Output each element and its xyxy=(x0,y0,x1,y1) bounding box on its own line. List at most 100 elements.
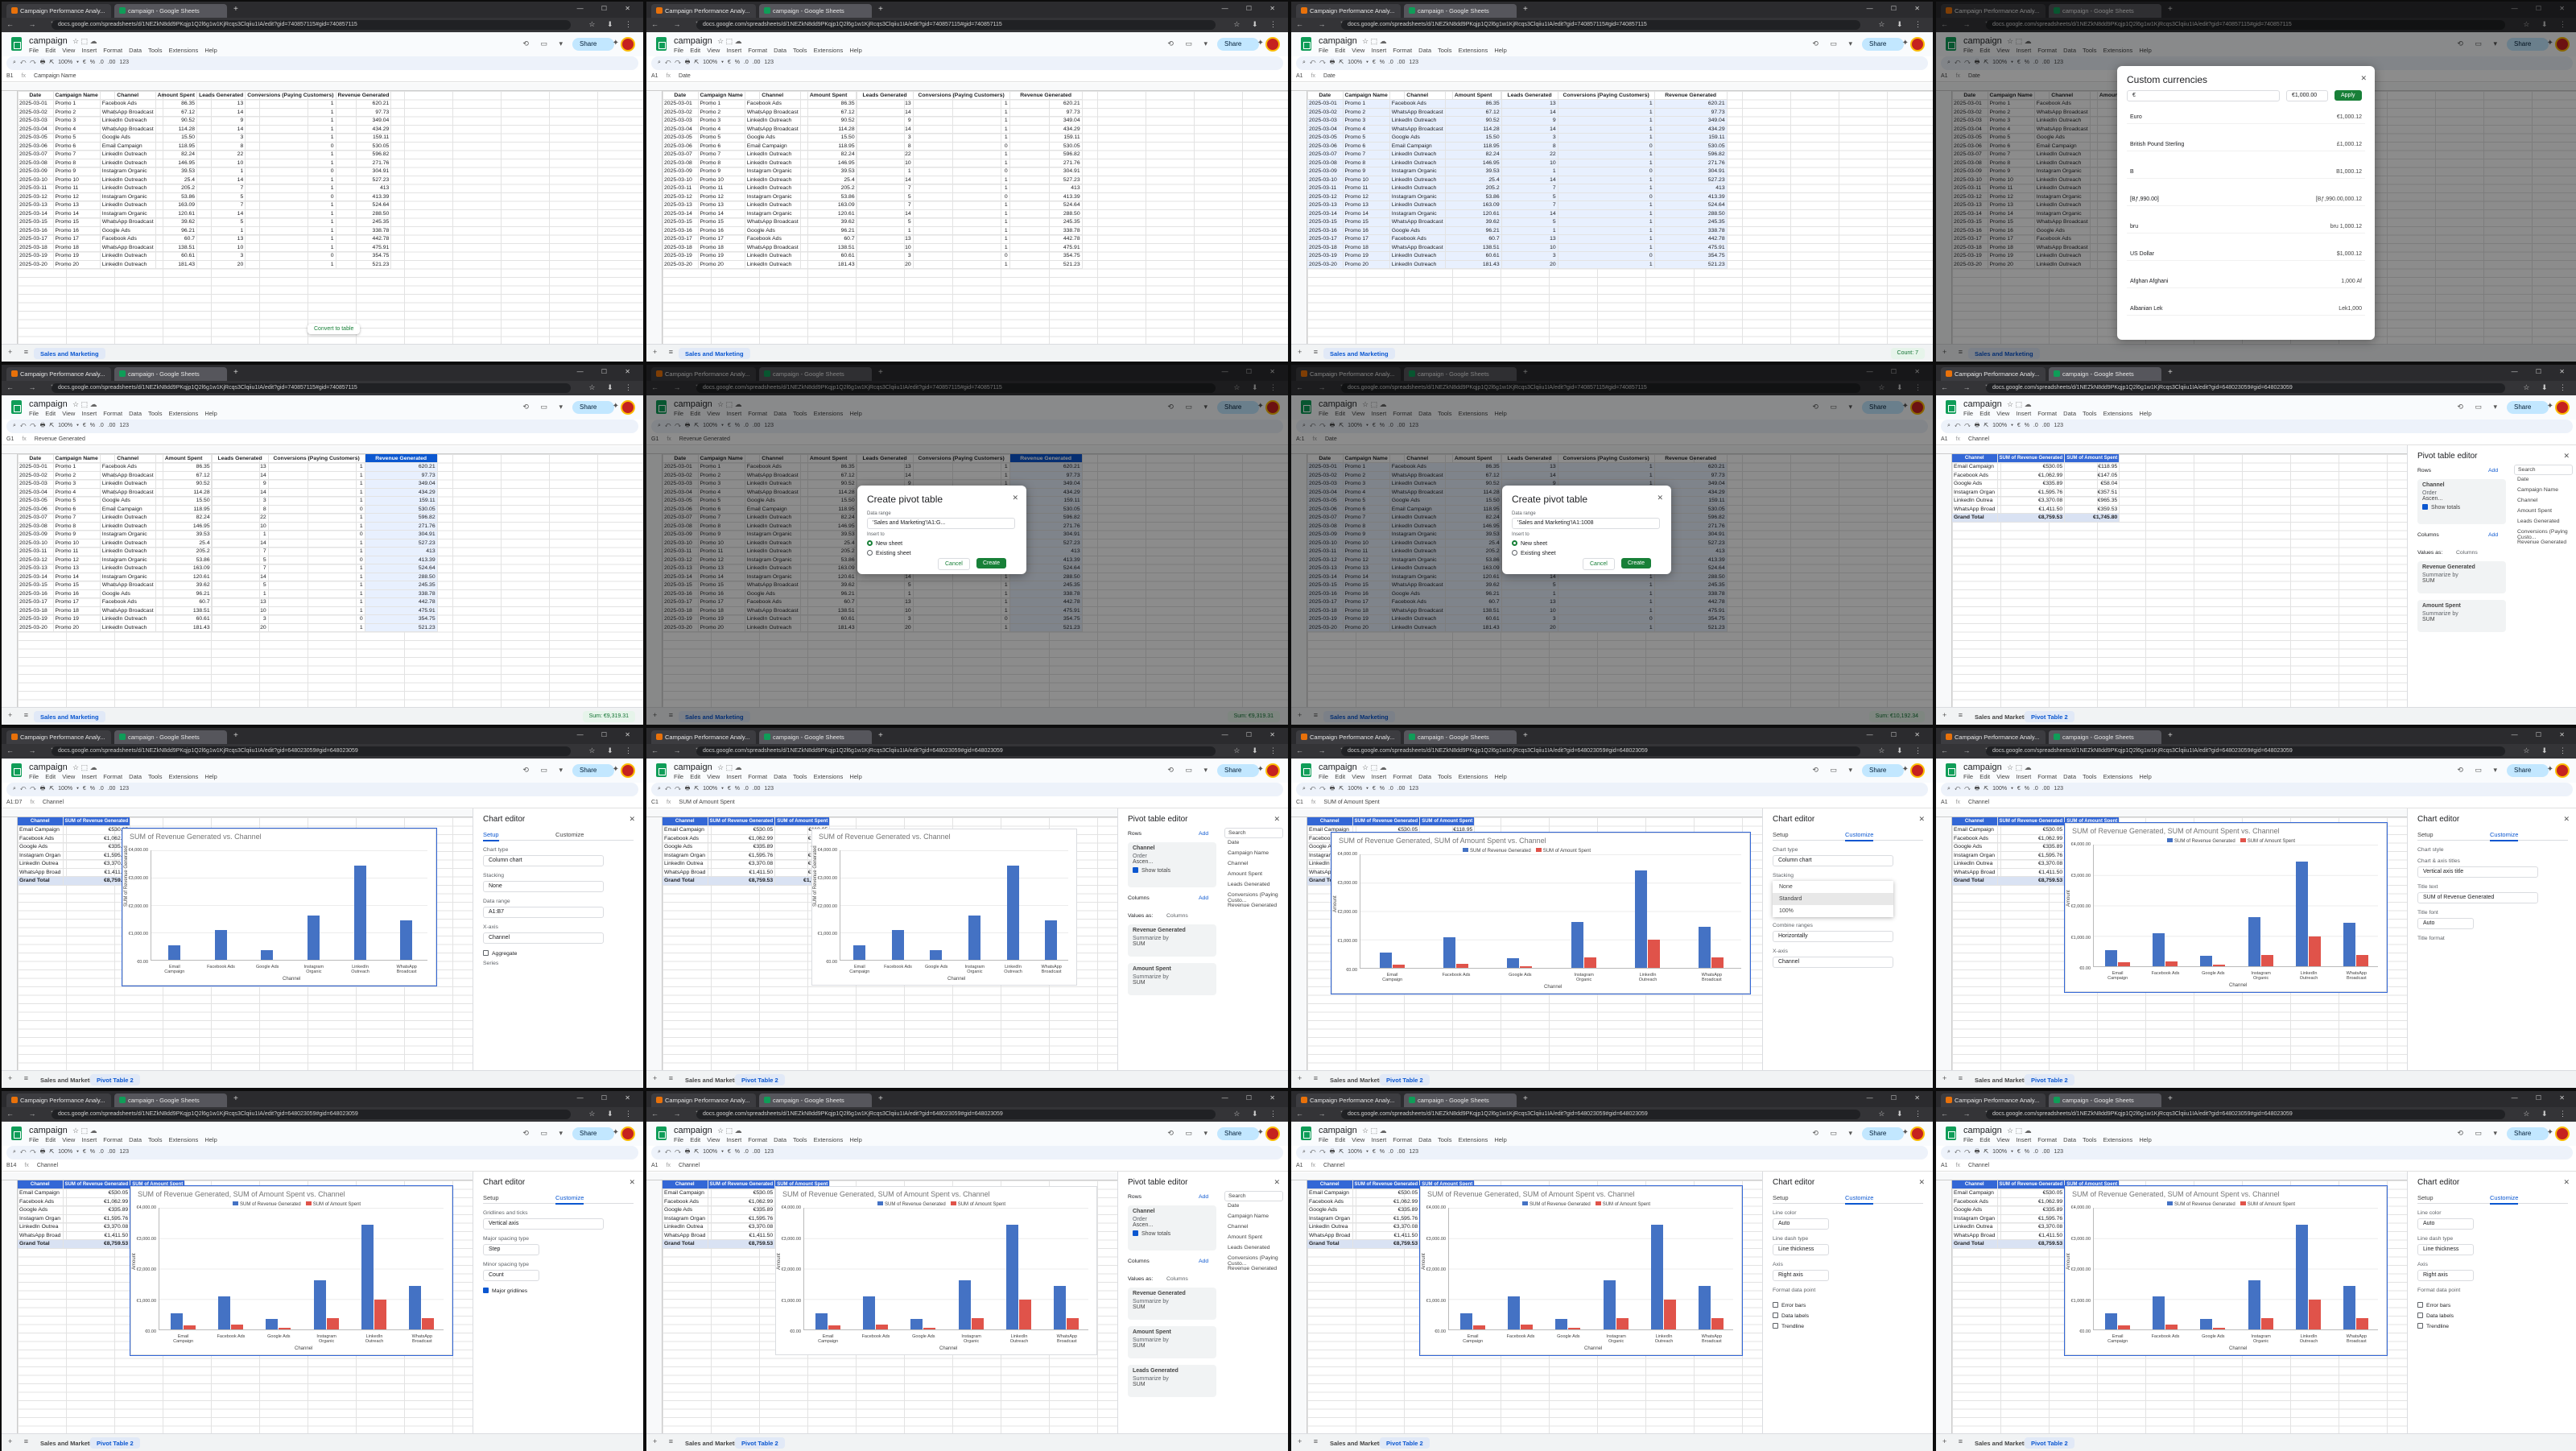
browser-tab[interactable]: campaign - Google Sheets xyxy=(114,730,227,744)
table-row[interactable]: 2025-03-05Promo 5Google Ads15.5031159.11 xyxy=(663,133,1083,143)
table-cell[interactable]: 118.95 xyxy=(1445,142,1502,151)
table-cell[interactable]: 2025-03-06 xyxy=(1307,142,1344,151)
table-cell[interactable]: Promo 3 xyxy=(53,479,101,489)
browser-menu-icon[interactable]: ☆ ⬇ ⋮ xyxy=(588,20,637,29)
format-icon[interactable]: ▾ € % .0 .00 123 xyxy=(2007,786,2063,792)
search-icon[interactable]: ⌕ ↶ ↷ 🖶 ⛏ xyxy=(1947,423,1992,428)
table-cell[interactable]: 1 xyxy=(1558,125,1655,134)
gemini-icon[interactable]: ✦ xyxy=(613,1128,619,1137)
table-row[interactable]: 2025-03-12Promo 12Instagram Organic53.86… xyxy=(18,192,392,201)
pivot-cell[interactable]: Email Campaign xyxy=(18,1188,64,1198)
table-cell[interactable]: 1 xyxy=(268,623,365,632)
window-controls[interactable]: — ☐ ✕ xyxy=(2512,1094,2573,1102)
table-row[interactable]: 2025-03-06Promo 6Email Campaign118.95805… xyxy=(663,142,1083,151)
chart-bar[interactable] xyxy=(1521,1325,1533,1329)
table-row[interactable]: 2025-03-20Promo 20LinkedIn Outreach181.4… xyxy=(18,623,438,632)
table-cell[interactable]: Promo 17 xyxy=(53,597,101,607)
pivot-cell[interactable]: Grand Total xyxy=(663,1239,708,1249)
menu-item[interactable]: Insert xyxy=(81,773,97,780)
menu-item[interactable]: File xyxy=(674,1136,683,1143)
search-icon[interactable]: ⌕ ↶ ↷ 🖶 ⛏ xyxy=(13,423,58,428)
avatar[interactable] xyxy=(2555,763,2570,778)
menu-item[interactable]: Data xyxy=(2063,410,2076,417)
table-cell[interactable]: 2025-03-07 xyxy=(18,513,54,523)
column-header-cell[interactable]: Campaign Name xyxy=(1343,91,1390,100)
search-icon[interactable]: ⌕ ↶ ↷ 🖶 ⛏ xyxy=(658,60,703,65)
table-cell[interactable]: 1 xyxy=(245,133,336,143)
table-cell[interactable]: 96.21 xyxy=(800,226,857,235)
table-row[interactable]: 2025-03-16Promo 16Google Ads96.2111338.7… xyxy=(1307,226,1728,235)
browser-tab[interactable]: Campaign Performance Analy... xyxy=(1296,730,1401,744)
table-cell[interactable]: 349.04 xyxy=(365,479,438,489)
url-field[interactable]: docs.google.com/spreadsheets/d/1NEZkN8dd… xyxy=(1986,383,2505,393)
gemini-icon[interactable]: ✦ xyxy=(1902,39,1909,48)
table-cell[interactable]: LinkedIn Outreach xyxy=(1389,176,1446,184)
gemini-icon[interactable]: ✦ xyxy=(1257,39,1264,48)
table-cell[interactable]: 159.11 xyxy=(365,496,438,506)
grand-total-row[interactable]: Grand Total€8,759.53€1,745.80 xyxy=(663,876,831,886)
table-cell[interactable]: 2025-03-06 xyxy=(18,142,54,151)
menu-item[interactable]: Insert xyxy=(1371,1136,1386,1143)
pivot-cell[interactable]: €335.89 xyxy=(1997,479,2066,489)
pivot-cell[interactable]: Google Ads xyxy=(1952,479,1998,489)
table-cell[interactable]: Promo 6 xyxy=(1343,142,1390,151)
add-sheet-icon[interactable]: + ≡ xyxy=(1298,1437,1323,1445)
table-cell[interactable]: 1 xyxy=(913,234,1010,244)
table-cell[interactable]: 10 xyxy=(1501,159,1558,167)
chart[interactable]: SUM of Revenue Generated, SUM of Amount … xyxy=(775,1186,1097,1355)
y-axis-title[interactable]: Amount xyxy=(2066,890,2071,907)
pivot-cell[interactable]: €3,370.08 xyxy=(708,859,776,869)
summarize-value[interactable]: SUM xyxy=(2422,578,2501,584)
table-row[interactable]: 2025-03-01Promo 1Facebook Ads86.35131620… xyxy=(18,99,392,109)
pivot-header-cell[interactable]: SUM of Revenue Generated xyxy=(1997,817,2066,826)
table-cell[interactable]: 10 xyxy=(857,243,914,252)
sheet-tab[interactable]: Pivot Table 2 xyxy=(90,1074,140,1085)
menu-item[interactable]: Data xyxy=(2063,773,2076,780)
tab-setup[interactable]: Setup xyxy=(2417,831,2434,838)
table-cell[interactable]: WhatsApp Broadcast xyxy=(1389,243,1446,252)
table-cell[interactable]: 0 xyxy=(245,142,336,151)
menu-item[interactable]: View xyxy=(62,773,75,780)
chart-bar[interactable] xyxy=(2296,862,2308,966)
table-cell[interactable]: 1 xyxy=(245,99,336,109)
table-cell[interactable]: 163.09 xyxy=(1445,200,1502,210)
table-cell[interactable]: 10 xyxy=(857,159,914,167)
table-cell[interactable]: LinkedIn Outreach xyxy=(100,614,156,624)
close-icon[interactable]: ✕ xyxy=(1274,815,1280,824)
value-field-card[interactable]: Amount Spent Summarize by SUM xyxy=(2417,600,2506,632)
format-icon[interactable]: ▾ € % .0 .00 123 xyxy=(72,1149,129,1155)
table-cell[interactable]: 2025-03-17 xyxy=(663,234,699,244)
table-cell[interactable]: Promo 14 xyxy=(698,209,745,218)
avatar[interactable] xyxy=(1265,1126,1280,1141)
tab-customize[interactable]: Customize xyxy=(2490,831,2519,841)
chart-title[interactable]: SUM of Revenue Generated vs. Channel xyxy=(819,833,951,841)
table-cell[interactable]: 0 xyxy=(913,167,1010,176)
table-cell[interactable]: 14 xyxy=(1501,176,1558,184)
data-table[interactable]: DateCampaign NameChannelAmount SpentLead… xyxy=(18,91,392,269)
table-cell[interactable]: 14 xyxy=(857,209,914,218)
plot-area[interactable]: €0.00 €1,000.00 €2,000.00 €3,000.00 €4,000.0… xyxy=(124,845,427,982)
chart-legend[interactable]: SUM of Revenue Generated SUM of Amount Sp… xyxy=(228,1201,361,1207)
zoom-select[interactable]: 100% xyxy=(1348,786,1362,792)
table-cell[interactable]: Instagram Organic xyxy=(1389,192,1446,201)
table-row[interactable]: 2025-03-01Promo 1Facebook Ads86.35131620… xyxy=(18,462,438,472)
table-cell[interactable]: 524.64 xyxy=(336,200,392,210)
new-tab-button[interactable]: + xyxy=(233,368,238,377)
table-cell[interactable]: 163.09 xyxy=(155,200,198,210)
menu-item[interactable]: View xyxy=(1996,410,2009,417)
table-cell[interactable]: Instagram Organic xyxy=(1389,209,1446,218)
pivot-cell[interactable]: €965.35 xyxy=(2064,496,2120,506)
column-header-cell[interactable]: Campaign Name xyxy=(698,91,745,100)
sheets-logo-icon[interactable] xyxy=(11,400,22,414)
zoom-select[interactable]: 100% xyxy=(1992,1149,2007,1155)
table-cell[interactable]: 2025-03-18 xyxy=(1307,243,1344,252)
table-cell[interactable]: 442.78 xyxy=(1009,234,1083,244)
chart-bar[interactable] xyxy=(279,1327,291,1329)
column-header-cell[interactable]: Date xyxy=(18,454,54,463)
format-icon[interactable]: ▾ € % .0 .00 123 xyxy=(1362,1149,1418,1155)
table-cell[interactable]: 9 xyxy=(196,116,246,126)
table-cell[interactable]: 2025-03-20 xyxy=(1307,260,1344,269)
add-columns-button[interactable]: Add xyxy=(1199,1259,1208,1264)
sheets-logo-icon[interactable] xyxy=(1946,1126,1956,1140)
pivot-row[interactable]: Facebook Ads €1,062.99 xyxy=(18,834,131,843)
